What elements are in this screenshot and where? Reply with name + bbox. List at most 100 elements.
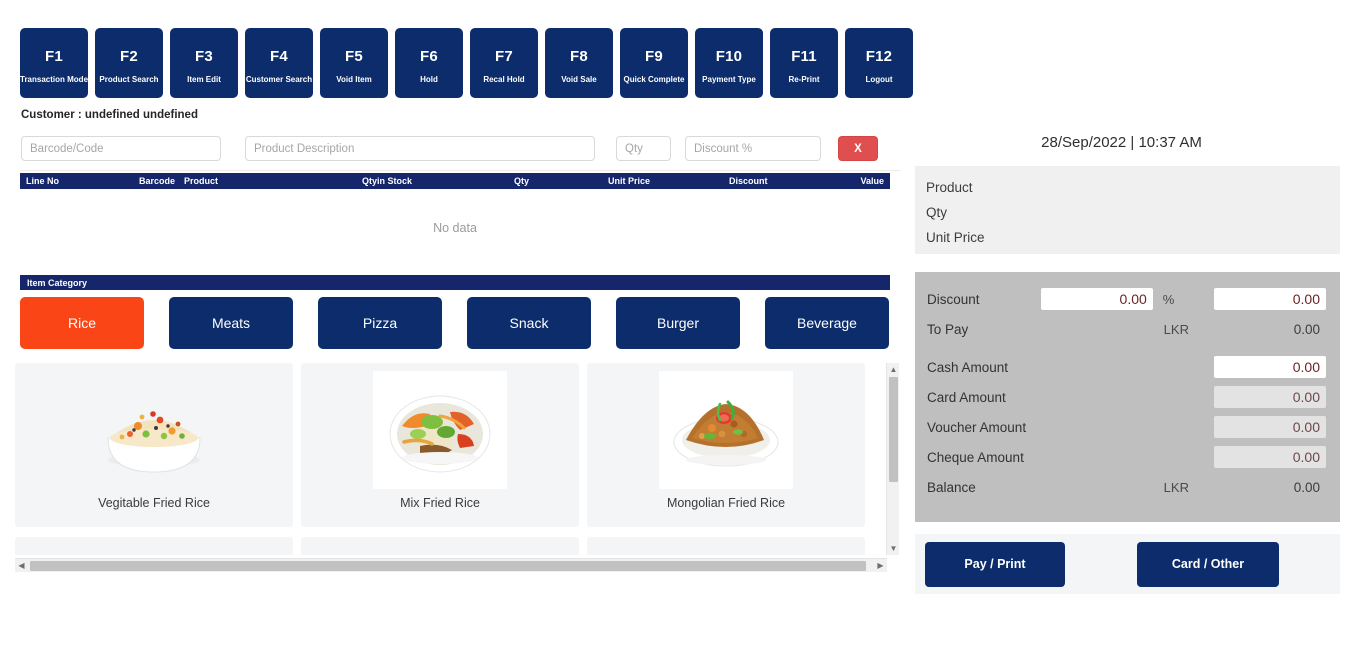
item-category-header: Item Category [20, 275, 890, 290]
fkey-f4-label: Customer Search [245, 74, 313, 84]
fkey-f11[interactable]: F11 Re-Print [770, 28, 838, 98]
vertical-scroll-thumb[interactable] [889, 377, 898, 482]
unit-price-info-label: Unit Price [926, 230, 985, 245]
product-card-partial[interactable] [301, 537, 579, 555]
card-amount-row: Card Amount [927, 382, 1326, 412]
column-value: Value [860, 176, 884, 186]
selected-product-info-panel: Product Qty Unit Price [915, 166, 1340, 254]
fkey-f5-label: Void Item [336, 74, 372, 84]
discount-percent-field[interactable] [1040, 288, 1153, 310]
right-column: 28/Sep/2022 | 10:37 AM Product Qty Unit … [903, 0, 1363, 662]
card-other-button[interactable]: Card / Other [1137, 541, 1279, 587]
column-qty-in-stock: Qtyin Stock [362, 176, 413, 186]
fkey-f3-label: Item Edit [187, 74, 221, 84]
column-product: Product [184, 176, 219, 186]
cash-amount-label: Cash Amount [927, 359, 1009, 375]
product-name: Mongolian Fried Rice [666, 496, 786, 510]
cart-grid-body: No data [20, 189, 890, 267]
fkey-f1-number: F1 [45, 47, 63, 65]
fkey-f7[interactable]: F7 Recal Hold [470, 28, 538, 98]
fkey-f4[interactable]: F4 Customer Search [245, 28, 313, 98]
barcode-input[interactable] [21, 136, 221, 161]
column-discount: Discount [729, 176, 768, 186]
fkey-f6[interactable]: F6 Hold [395, 28, 463, 98]
discount-row: Discount % [927, 284, 1326, 314]
product-name: Mix Fried Rice [400, 496, 480, 510]
percent-symbol: % [1162, 291, 1175, 307]
product-card-partial[interactable] [15, 537, 293, 555]
fkey-f6-number: F6 [420, 47, 438, 65]
customer-label: Customer : undefined undefined [21, 109, 198, 121]
entry-divider [21, 170, 901, 171]
category-button-meats[interactable]: Meats [169, 297, 293, 349]
fkey-f9-label: Quick Complete [623, 74, 685, 84]
fkey-f10[interactable]: F10 Payment Type [695, 28, 763, 98]
product-card-vegitable-fried-rice[interactable]: Vegitable Fried Rice [15, 363, 293, 527]
product-thumbnail [87, 371, 221, 489]
product-grid: Vegitable Fried Rice Mix Fried Rice Mong… [15, 363, 887, 555]
fkey-f8-label: Void Sale [561, 74, 597, 84]
category-button-burger[interactable]: Burger [616, 297, 740, 349]
function-key-toolbar: F1 Transaction Mode F2 Product Search F3… [20, 28, 913, 98]
balance-row: Balance LKR 0.00 [927, 472, 1326, 502]
cheque-amount-field[interactable] [1213, 446, 1326, 468]
category-button-rice[interactable]: Rice [20, 297, 144, 349]
qty-input[interactable] [616, 136, 671, 161]
fkey-f2[interactable]: F2 Product Search [95, 28, 163, 98]
scroll-left-icon[interactable]: ◀ [15, 559, 28, 572]
cash-amount-row: Cash Amount [927, 352, 1326, 382]
to-pay-row: To Pay LKR 0.00 [927, 314, 1326, 344]
voucher-amount-label: Voucher Amount [927, 419, 1027, 435]
fkey-f2-label: Product Search [99, 74, 159, 84]
scroll-right-icon[interactable]: ▶ [874, 559, 887, 572]
item-category-buttons: Rice Meats Pizza Snack Burger Beverage [20, 297, 889, 349]
category-button-pizza[interactable]: Pizza [318, 297, 442, 349]
product-grid-vertical-scrollbar[interactable]: ▲ ▼ [886, 363, 899, 555]
category-button-snack[interactable]: Snack [467, 297, 591, 349]
left-column: F1 Transaction Mode F2 Product Search F3… [0, 0, 913, 662]
product-card-mongolian-fried-rice[interactable]: Mongolian Fried Rice [587, 363, 865, 527]
product-info-label: Product [926, 180, 973, 195]
card-amount-label: Card Amount [927, 389, 1006, 405]
voucher-amount-field[interactable] [1213, 416, 1326, 438]
fkey-f1[interactable]: F1 Transaction Mode [20, 28, 88, 98]
fkey-f5-number: F5 [345, 47, 363, 65]
balance-value: 0.00 [1293, 479, 1320, 495]
card-amount-field[interactable] [1213, 386, 1326, 408]
discount-amount-field[interactable] [1214, 288, 1326, 310]
fkey-f5[interactable]: F5 Void Item [320, 28, 388, 98]
product-card-mix-fried-rice[interactable]: Mix Fried Rice [301, 363, 579, 527]
fkey-f3[interactable]: F3 Item Edit [170, 28, 238, 98]
balance-label: Balance [927, 479, 976, 495]
fkey-f8[interactable]: F8 Void Sale [545, 28, 613, 98]
cheque-amount-label: Cheque Amount [927, 449, 1024, 465]
datetime-display: 28/Sep/2022 | 10:37 AM [1041, 134, 1202, 151]
scroll-down-icon[interactable]: ▼ [887, 542, 900, 555]
clear-entry-button[interactable]: X [838, 136, 878, 161]
balance-currency: LKR [1163, 479, 1189, 495]
product-description-input[interactable] [245, 136, 595, 161]
product-grid-horizontal-scrollbar[interactable]: ◀ ▶ [15, 558, 887, 572]
fkey-f9-number: F9 [645, 47, 663, 65]
voucher-amount-row: Voucher Amount [927, 412, 1326, 442]
product-thumbnail [659, 371, 793, 489]
pay-print-button[interactable]: Pay / Print [925, 541, 1065, 587]
to-pay-value: 0.00 [1293, 321, 1320, 337]
fkey-f10-number: F10 [715, 47, 743, 65]
fkey-f11-number: F11 [791, 47, 817, 65]
category-button-beverage[interactable]: Beverage [765, 297, 889, 349]
fkey-f8-number: F8 [570, 47, 588, 65]
discount-percent-input[interactable] [685, 136, 821, 161]
fkey-f9[interactable]: F9 Quick Complete [620, 28, 688, 98]
column-line-no: Line No [26, 176, 59, 186]
pos-application: F1 Transaction Mode F2 Product Search F3… [0, 0, 1363, 662]
product-card-partial[interactable] [587, 537, 865, 555]
cash-amount-field[interactable] [1213, 356, 1326, 378]
horizontal-scroll-thumb[interactable] [30, 561, 866, 571]
cart-grid-header: Line No Barcode Product Qtyin Stock Qty … [20, 173, 890, 189]
scroll-up-icon[interactable]: ▲ [887, 363, 900, 376]
fkey-f11-label: Re-Print [788, 74, 820, 84]
fkey-f7-label: Recal Hold [483, 74, 525, 84]
product-row-partial [15, 537, 887, 555]
product-thumbnail [373, 371, 507, 489]
